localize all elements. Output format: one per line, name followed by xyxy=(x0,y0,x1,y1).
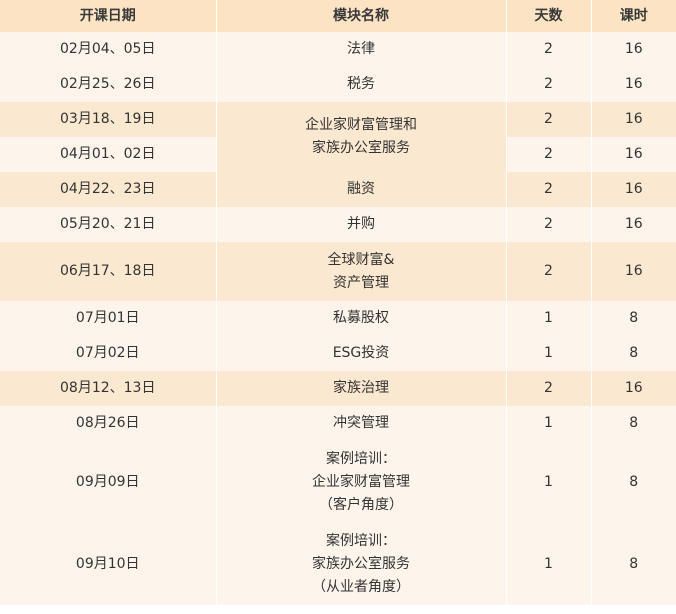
module-name-line: （客户角度） xyxy=(319,496,403,513)
table-row: 09月09日 案例培训： 企业家财富管理 （客户角度） 1 8 xyxy=(0,441,676,523)
table-row: 06月17、18日 全球财富& 资产管理 2 16 xyxy=(0,242,676,301)
module-cell: 案例培训： 家族办公室服务 （从业者角度） xyxy=(216,523,507,605)
module-cell: 融资 xyxy=(216,172,507,207)
module-name: 税务 xyxy=(347,76,375,92)
module-cell: 家族治理 xyxy=(216,371,507,406)
module-name: ESG投资 xyxy=(332,345,390,361)
table-row: 02月04、05日 法律 2 16 xyxy=(0,32,676,67)
days-cell: 2 xyxy=(506,102,592,137)
hours-cell: 8 xyxy=(591,406,676,441)
table-row: 08月12、13日 家族治理 2 16 xyxy=(0,371,676,406)
module-name: 融资 xyxy=(347,181,375,197)
table-row: 07月01日 私募股权 1 8 xyxy=(0,301,676,336)
days-cell: 2 xyxy=(506,242,592,301)
module-name-line: （从业者角度） xyxy=(312,578,410,595)
date-cell: 09月09日 xyxy=(0,441,217,523)
date-cell: 03月18、19日 xyxy=(0,102,217,137)
table-row: 07月02日 ESG投资 1 8 xyxy=(0,336,676,371)
date-cell: 07月01日 xyxy=(0,301,217,336)
header-hours: 课时 xyxy=(591,0,676,32)
module-cell: 案例培训： 企业家财富管理 （客户角度） xyxy=(216,441,507,523)
days-cell: 2 xyxy=(506,137,592,172)
days-cell: 2 xyxy=(506,67,592,102)
header-module: 模块名称 xyxy=(216,0,507,32)
course-schedule-table: 开课日期 模块名称 天数 课时 02月04、05日 法律 2 16 02月25、… xyxy=(0,0,676,605)
hours-cell: 8 xyxy=(591,523,676,605)
hours-cell: 16 xyxy=(591,102,676,137)
date-cell: 05月20、21日 xyxy=(0,207,217,242)
date-cell: 02月25、26日 xyxy=(0,67,217,102)
module-cell: 冲突管理 xyxy=(216,406,507,441)
days-cell: 2 xyxy=(506,371,592,406)
hours-cell: 16 xyxy=(591,371,676,406)
module-name: 私募股权 xyxy=(333,310,389,326)
module-cell: 全球财富& 资产管理 xyxy=(216,242,507,301)
module-name-line: 案例培训： xyxy=(326,450,396,467)
days-cell: 1 xyxy=(506,523,592,605)
module-name-line: 案例培训： xyxy=(326,532,396,549)
table-row: 03月18、19日 企业家财富管理和 家族办公室服务 2 16 xyxy=(0,102,676,172)
module-name-line: 家族办公室服务 xyxy=(312,140,410,156)
hours-cell: 16 xyxy=(591,137,676,172)
module-cell: 私募股权 xyxy=(216,301,507,336)
days-cell: 1 xyxy=(506,406,592,441)
module-cell: 法律 xyxy=(216,32,507,67)
module-cell: 税务 xyxy=(216,67,507,102)
module-name-line: 企业家财富管理 xyxy=(312,473,410,490)
hours-cell: 16 xyxy=(591,32,676,67)
module-cell: ESG投资 xyxy=(216,336,507,371)
hours-cell: 16 xyxy=(591,67,676,102)
header-date: 开课日期 xyxy=(0,0,217,32)
module-name: 家族治理 xyxy=(333,380,389,396)
module-cell: 并购 xyxy=(216,207,507,242)
date-cell: 02月04、05日 xyxy=(0,32,217,67)
date-cell: 06月17、18日 xyxy=(0,242,217,301)
hours-cell: 16 xyxy=(591,242,676,301)
module-name: 法律 xyxy=(347,41,375,57)
days-cell: 2 xyxy=(506,207,592,242)
module-name: 冲突管理 xyxy=(333,415,389,431)
table-header-row: 开课日期 模块名称 天数 课时 xyxy=(0,0,676,32)
table-row: 02月25、26日 税务 2 16 xyxy=(0,67,676,102)
date-cell: 04月01、02日 xyxy=(0,137,217,172)
table-row: 04月22、23日 融资 2 16 xyxy=(0,172,676,207)
module-name-line: 家族办公室服务 xyxy=(312,555,410,572)
days-cell: 2 xyxy=(506,32,592,67)
hours-cell: 16 xyxy=(591,207,676,242)
module-name-line: 资产管理 xyxy=(333,274,389,291)
table-row: 05月20、21日 并购 2 16 xyxy=(0,207,676,242)
module-name-line: 企业家财富管理和 xyxy=(305,117,417,133)
days-cell: 2 xyxy=(506,172,592,207)
days-cell: 1 xyxy=(506,336,592,371)
hours-cell: 8 xyxy=(591,301,676,336)
date-cell: 09月10日 xyxy=(0,523,217,605)
module-name: 并购 xyxy=(347,216,375,232)
table-row: 08月26日 冲突管理 1 8 xyxy=(0,406,676,441)
days-cell: 1 xyxy=(506,441,592,523)
hours-cell: 8 xyxy=(591,441,676,523)
hours-cell: 8 xyxy=(591,336,676,371)
module-name-line: 全球财富& xyxy=(327,251,395,268)
date-cell: 07月02日 xyxy=(0,336,217,371)
header-days: 天数 xyxy=(506,0,592,32)
date-cell: 04月22、23日 xyxy=(0,172,217,207)
date-cell: 08月26日 xyxy=(0,406,217,441)
table-row: 09月10日 案例培训： 家族办公室服务 （从业者角度） 1 8 xyxy=(0,523,676,605)
module-cell: 企业家财富管理和 家族办公室服务 xyxy=(216,102,507,172)
days-cell: 1 xyxy=(506,301,592,336)
date-cell: 08月12、13日 xyxy=(0,371,217,406)
hours-cell: 16 xyxy=(591,172,676,207)
